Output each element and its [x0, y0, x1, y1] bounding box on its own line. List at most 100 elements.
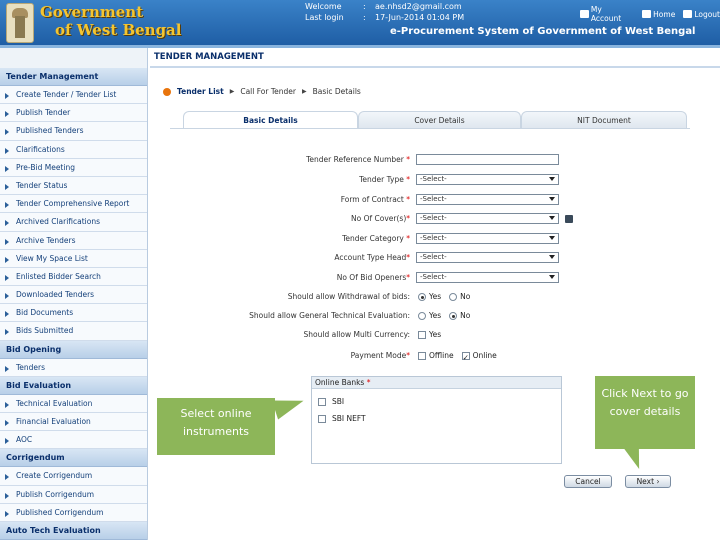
sidebar-item-label: Published Corrigendum — [16, 507, 104, 517]
gov-title-line2: of West Bengal — [55, 21, 182, 39]
home-icon — [642, 10, 652, 18]
sidebar-item-publish-tender[interactable]: Publish Tender — [0, 104, 147, 123]
withdrawal-no[interactable]: No — [449, 292, 470, 301]
form-contract-value: -Select- — [420, 195, 447, 203]
dropdown-arrow-icon — [549, 177, 555, 181]
sidebar-item-tender-status[interactable]: Tender Status — [0, 176, 147, 196]
next-button[interactable]: Next › — [625, 475, 671, 488]
help-icon[interactable] — [565, 215, 573, 223]
sidebar-item-prebid[interactable]: Pre-Bid Meeting — [0, 158, 147, 177]
sidebar-item-label: Archived Clarifications — [16, 217, 101, 227]
cancel-button[interactable]: Cancel — [564, 475, 612, 488]
sidebar-item-label: Published Tenders — [16, 126, 84, 136]
breadcrumb-tender-list[interactable]: Tender List — [177, 87, 224, 96]
sidebar-item-create-tender[interactable]: Create Tender / Tender List — [0, 86, 147, 105]
withdrawal-yes[interactable]: Yes — [418, 292, 441, 301]
sidebar-item-publish-corrigendum[interactable]: Publish Corrigendum — [0, 485, 147, 504]
sidebar-section-auto-tech-evaluation: Auto Tech Evaluation — [0, 521, 147, 540]
withdrawal-options: Yes No — [418, 292, 478, 301]
option-label: No — [460, 292, 471, 301]
radio[interactable] — [418, 311, 426, 320]
home-link[interactable]: Home — [642, 10, 675, 19]
sidebar-item-downloaded-tenders[interactable]: Downloaded Tenders — [0, 286, 147, 305]
sidebar-item-label: Downloaded Tenders — [16, 290, 95, 300]
bullet-icon — [5, 183, 9, 190]
multi-currency-label: Should allow Multi Currency: — [303, 330, 410, 339]
sidebar-item-financial-evaluation[interactable]: Financial Evaluation — [0, 413, 147, 432]
checkbox[interactable] — [318, 397, 326, 406]
bullet-icon — [5, 238, 9, 245]
bullet-icon — [5, 147, 9, 154]
tender-type-value: -Select- — [420, 175, 447, 183]
my-account-link[interactable]: My Account — [580, 5, 634, 23]
option-label: Online — [472, 351, 497, 360]
checkbox-checked[interactable]: ✓ — [461, 351, 470, 362]
online-banks-box: Online Banks * SBI SBI NEFT — [311, 376, 562, 464]
sidebar-item-published-tenders[interactable]: Published Tenders — [0, 122, 147, 141]
bank-sbi-neft[interactable]: SBI NEFT — [318, 414, 366, 423]
bullet-icon — [5, 401, 9, 408]
payment-mode-label: Payment Mode — [350, 351, 407, 360]
multi-currency-yes[interactable]: Yes — [418, 330, 441, 339]
bullet-icon — [5, 93, 9, 99]
general-tech-yes[interactable]: Yes — [418, 311, 441, 320]
row-no-covers: No Of Cover(s) * — [230, 214, 410, 223]
account-head-select[interactable]: -Select- — [416, 252, 559, 263]
sidebar-item-tenders[interactable]: Tenders — [0, 358, 147, 377]
row-bid-openers: No Of Bid Openers * — [230, 273, 410, 282]
sidebar-item-label: Financial Evaluation — [16, 417, 91, 426]
checkbox[interactable] — [418, 330, 426, 339]
sidebar-item-published-corrigendum[interactable]: Published Corrigendum — [0, 503, 147, 522]
required-marker: * — [406, 234, 410, 243]
category-select[interactable]: -Select- — [416, 233, 559, 244]
tab-cover-details[interactable]: Cover Details — [358, 111, 521, 128]
account-head-label: Account Type Head — [334, 253, 407, 262]
no-covers-select[interactable]: -Select- — [416, 213, 559, 224]
checkbox[interactable] — [418, 351, 426, 360]
tab-bar: Basic Details Cover Details NIT Document — [183, 111, 687, 129]
option-label: Offline — [429, 351, 454, 360]
general-tech-options: Yes No — [418, 311, 478, 320]
checkbox[interactable] — [318, 414, 326, 423]
tender-type-select[interactable]: -Select- — [416, 174, 559, 185]
payment-online[interactable]: ✓ Online — [461, 351, 497, 362]
form-contract-select[interactable]: -Select- — [416, 194, 559, 205]
bid-openers-label: No Of Bid Openers — [336, 273, 407, 282]
radio-selected[interactable] — [449, 311, 458, 320]
tender-ref-input[interactable] — [416, 154, 559, 165]
sidebar-section-tender-management: Tender Management — [0, 68, 147, 86]
tab-basic-details[interactable]: Basic Details — [183, 111, 358, 128]
bid-openers-select[interactable]: -Select- — [416, 272, 559, 283]
colon: : — [363, 13, 366, 22]
sidebar-item-technical-evaluation[interactable]: Technical Evaluation — [0, 394, 147, 413]
sidebar-item-aoc[interactable]: AOC — [0, 431, 147, 450]
sidebar-item-bid-documents[interactable]: Bid Documents — [0, 304, 147, 323]
payment-offline[interactable]: Offline — [418, 351, 454, 360]
general-tech-no[interactable]: No — [449, 311, 470, 320]
required-marker: * — [406, 155, 410, 164]
breadcrumb-call-for-tender[interactable]: Call For Tender — [240, 87, 296, 96]
sidebar-item-label: Bids Submitted — [16, 326, 74, 336]
tender-type-label: Tender Type — [359, 175, 404, 184]
header-bar: Government of West Bengal Welcome: ae.nhs… — [0, 0, 720, 45]
sidebar-item-label: AOC — [16, 435, 33, 445]
bank-sbi[interactable]: SBI — [318, 397, 344, 406]
radio-selected[interactable] — [418, 292, 426, 301]
row-multi-currency: Should allow Multi Currency: — [230, 330, 410, 339]
sidebar-item-enlisted-bidder[interactable]: Enlisted Bidder Search — [0, 267, 147, 287]
bank-label: SBI — [332, 397, 345, 406]
sidebar-item-clarifications[interactable]: Clarifications — [0, 140, 147, 159]
sidebar-item-my-space[interactable]: View My Space List — [0, 249, 147, 268]
row-tender-ref: Tender Reference Number * — [230, 155, 410, 164]
gov-title-line1: Government — [40, 3, 144, 21]
sidebar-item-create-corrigendum[interactable]: Create Corrigendum — [0, 467, 147, 486]
sidebar-item-archived-clarifications[interactable]: Archived Clarifications — [0, 213, 147, 232]
radio[interactable] — [449, 292, 458, 301]
sidebar-item-archive-tenders[interactable]: Archive Tenders — [0, 231, 147, 250]
sidebar-item-comprehensive-report[interactable]: Tender Comprehensive Report — [0, 195, 147, 214]
tab-nit-document[interactable]: NIT Document — [521, 111, 687, 128]
logout-link[interactable]: Logout — [683, 10, 720, 19]
row-withdrawal: Should allow Withdrawal of bids: — [220, 292, 410, 301]
sidebar-item-label: Tender Status — [16, 180, 68, 190]
sidebar-item-bids-submitted[interactable]: Bids Submitted — [0, 322, 147, 341]
